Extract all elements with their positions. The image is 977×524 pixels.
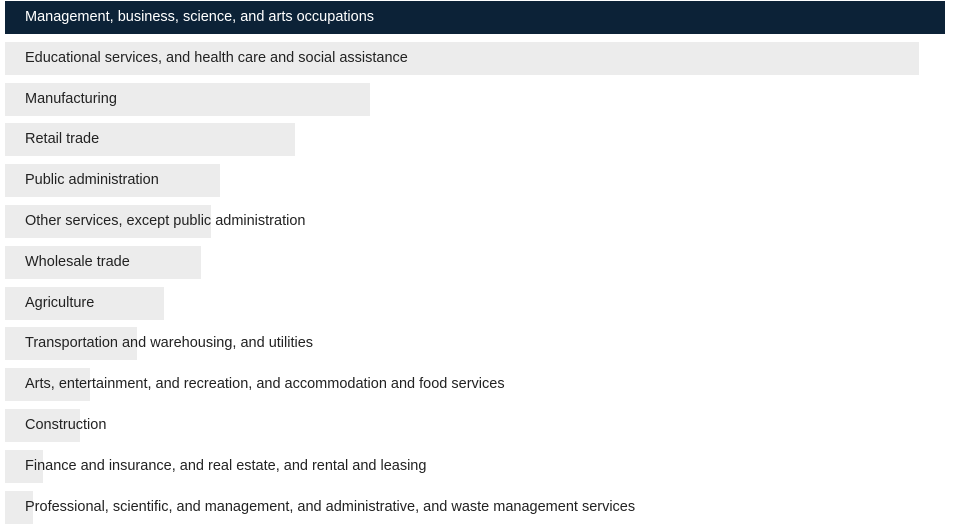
bar-label: Educational services, and health care an… <box>25 49 408 66</box>
bar-label: Agriculture <box>25 294 95 311</box>
bar-row: Finance and insurance, and real estate, … <box>0 449 977 483</box>
bar-row: Transportation and warehousing, and util… <box>0 327 977 361</box>
bar-label: Manufacturing <box>25 90 117 107</box>
bar-label: Professional, scientific, and management… <box>25 498 636 515</box>
bar-row: Construction <box>0 409 977 442</box>
bar-row: Management, business, science, and arts … <box>0 1 977 34</box>
bar-row: Wholesale trade <box>0 245 977 279</box>
bar-label: Transportation and warehousing, and util… <box>25 335 314 352</box>
bar-row: Professional, scientific, and management… <box>0 490 977 524</box>
horizontal-bar-chart: Management, business, science, and arts … <box>0 0 977 524</box>
bar-label: Public administration <box>25 172 159 189</box>
bar-row: Arts, entertainment, and recreation, and… <box>0 368 977 402</box>
bar-label: Arts, entertainment, and recreation, and… <box>25 376 505 393</box>
bar-label: Other services, except public administra… <box>25 213 306 229</box>
bar-label: Wholesale trade <box>25 253 130 270</box>
bar-label: Management, business, science, and arts … <box>25 9 375 25</box>
bar-row: Agriculture <box>0 286 977 320</box>
bar-row: Educational services, and health care an… <box>0 41 977 75</box>
bar-row: Retail trade <box>0 123 977 157</box>
bar-row: Public administration <box>0 164 977 198</box>
bar-label: Retail trade <box>25 131 100 148</box>
bar-row: Other services, except public administra… <box>0 205 977 238</box>
bar-row: Manufacturing <box>0 82 977 116</box>
bar-label: Construction <box>25 417 107 433</box>
bar-label: Finance and insurance, and real estate, … <box>25 457 427 474</box>
